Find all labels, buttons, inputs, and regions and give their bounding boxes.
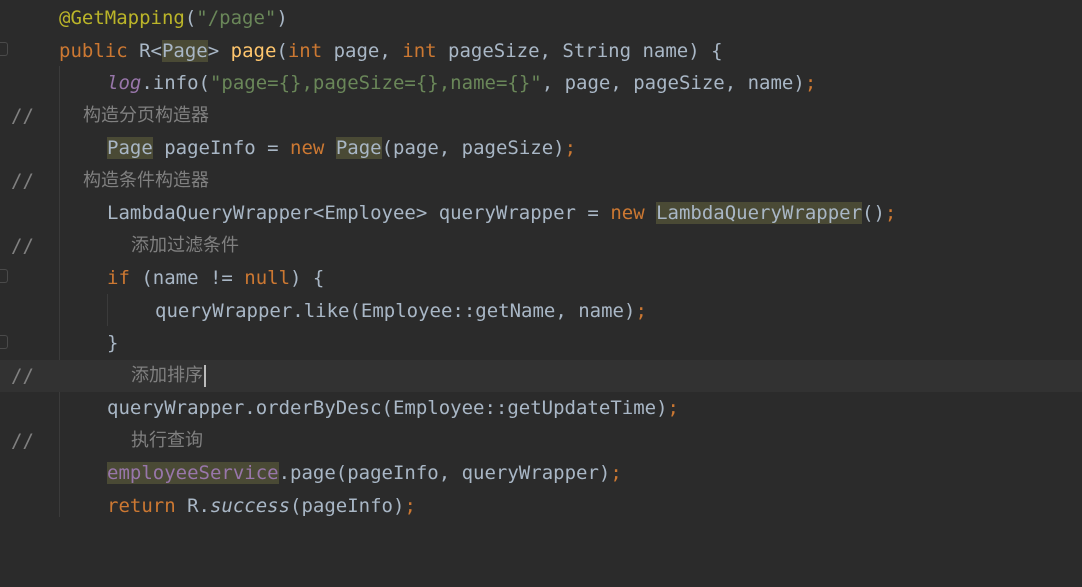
code-line-4[interactable]: // 构造分页构造器	[0, 100, 1082, 133]
code-line-7[interactable]: LambdaQueryWrapper<Employee> queryWrappe…	[0, 197, 1082, 230]
code-line-3[interactable]: log.info("page={},pageSize={},name={}", …	[0, 67, 1082, 100]
comment-text: 构造条件构造器	[83, 169, 209, 191]
code-line-11[interactable]: }	[0, 327, 1082, 360]
code-line-13[interactable]: queryWrapper.orderByDesc(Employee::getUp…	[0, 392, 1082, 425]
code-line-15[interactable]: employeeService.page(pageInfo, queryWrap…	[0, 457, 1082, 490]
code-line-10[interactable]: queryWrapper.like(Employee::getName, nam…	[0, 295, 1082, 328]
comment-text: 执行查询	[131, 429, 203, 451]
code-line-2[interactable]: public R<Page> page(int page, int pageSi…	[0, 35, 1082, 68]
method-name: page	[230, 39, 277, 62]
code-line-5[interactable]: Page pageInfo = new Page(page, pageSize)…	[0, 132, 1082, 165]
comment-text: 添加排序	[131, 364, 203, 386]
comment-text: 构造分页构造器	[83, 104, 209, 126]
annotation: @GetMapping	[59, 7, 185, 29]
code-line-8[interactable]: // 添加过滤条件	[0, 230, 1082, 263]
code-editor[interactable]: @GetMapping("/page") public R<Page> page…	[0, 0, 1082, 517]
code-line-6[interactable]: // 构造条件构造器	[0, 165, 1082, 198]
code-line-9[interactable]: if (name != null) {	[0, 262, 1082, 295]
code-line-1[interactable]: @GetMapping("/page")	[0, 2, 1082, 35]
comment-text: 添加过滤条件	[131, 234, 239, 256]
code-line-14[interactable]: // 执行查询	[0, 425, 1082, 458]
code-line-16[interactable]: return R.success(pageInfo);	[0, 490, 1082, 523]
field-reference: employeeService	[107, 462, 279, 484]
code-line-12-current[interactable]: // 添加排序	[0, 359, 1082, 392]
text-caret	[204, 364, 206, 387]
